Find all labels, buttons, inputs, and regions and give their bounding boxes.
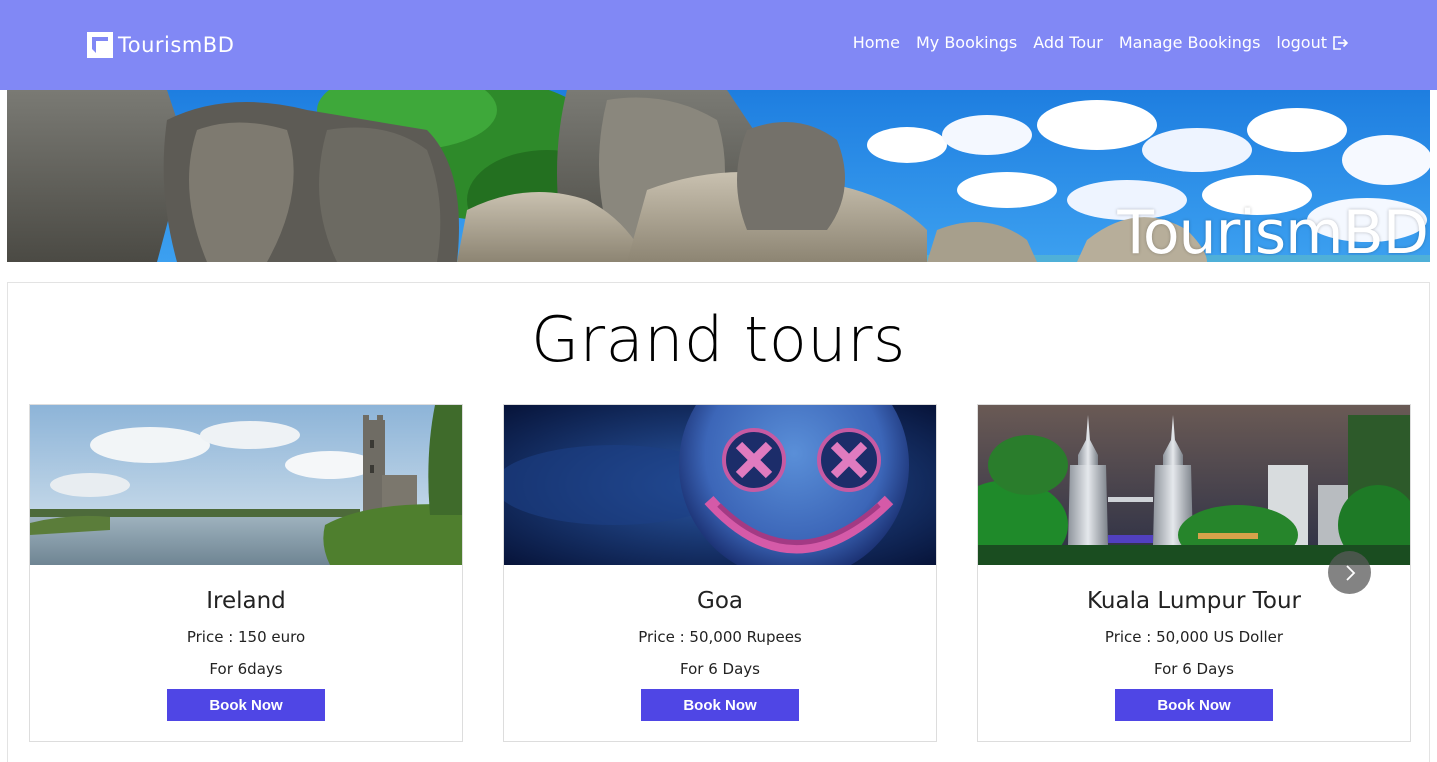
hero-banner: TourismBD (7, 90, 1430, 262)
tour-duration: For 6days (209, 660, 283, 678)
brand-name: TourismBD (118, 33, 235, 57)
section-title: Grand tours (531, 303, 906, 376)
carousel-next-button[interactable] (1328, 551, 1371, 594)
chevron-right-icon (1345, 564, 1355, 581)
logout-icon (1333, 35, 1349, 50)
tours-panel: Grand tours Ireland Price: 150 euro For… (7, 282, 1430, 762)
book-now-button[interactable]: Book Now (641, 689, 799, 721)
hero-title: TourismBD (1117, 198, 1429, 262)
book-now-button[interactable]: Book Now (1115, 689, 1273, 721)
tour-card-ireland: Ireland Price : 150 euro For 6days Book … (29, 404, 463, 742)
nav-home[interactable]: Home (853, 33, 900, 52)
tour-image-goa (504, 405, 936, 565)
tour-price: Price : 150 euro (186, 628, 306, 646)
brand[interactable]: TourismBD (87, 32, 234, 58)
nav-my-bookings[interactable]: My Bookings (916, 33, 1017, 52)
square-frame-logo-icon (87, 32, 113, 58)
tour-card-goa: Goa Price : 50,000 Rupees For 6 Days Boo… (503, 404, 937, 742)
nav-manage-bookings[interactable]: Manage Bookings (1119, 33, 1261, 52)
tour-price: Price : 50,000 US Doller (1104, 628, 1284, 646)
navbar: TourismBD Home My Bookings Add Tour Mana… (0, 0, 1437, 90)
nav-add-tour[interactable]: Add Tour (1033, 33, 1103, 52)
nav-links: Home My Bookings Add Tour Manage Booking… (853, 33, 1349, 52)
tour-title: Goa (697, 588, 743, 614)
book-now-button[interactable]: Book Now (167, 689, 325, 721)
tour-price: Price : 50,000 Rupees (638, 628, 802, 646)
nav-logout[interactable]: logout (1276, 33, 1349, 52)
logout-label: logout (1276, 33, 1327, 52)
tour-title: Ireland (206, 588, 286, 614)
tour-image-kuala-lumpur (978, 405, 1410, 565)
tour-duration: For 6 Days (680, 660, 760, 678)
tour-image-ireland (30, 405, 462, 565)
tour-duration: For 6 Days (1154, 660, 1234, 678)
